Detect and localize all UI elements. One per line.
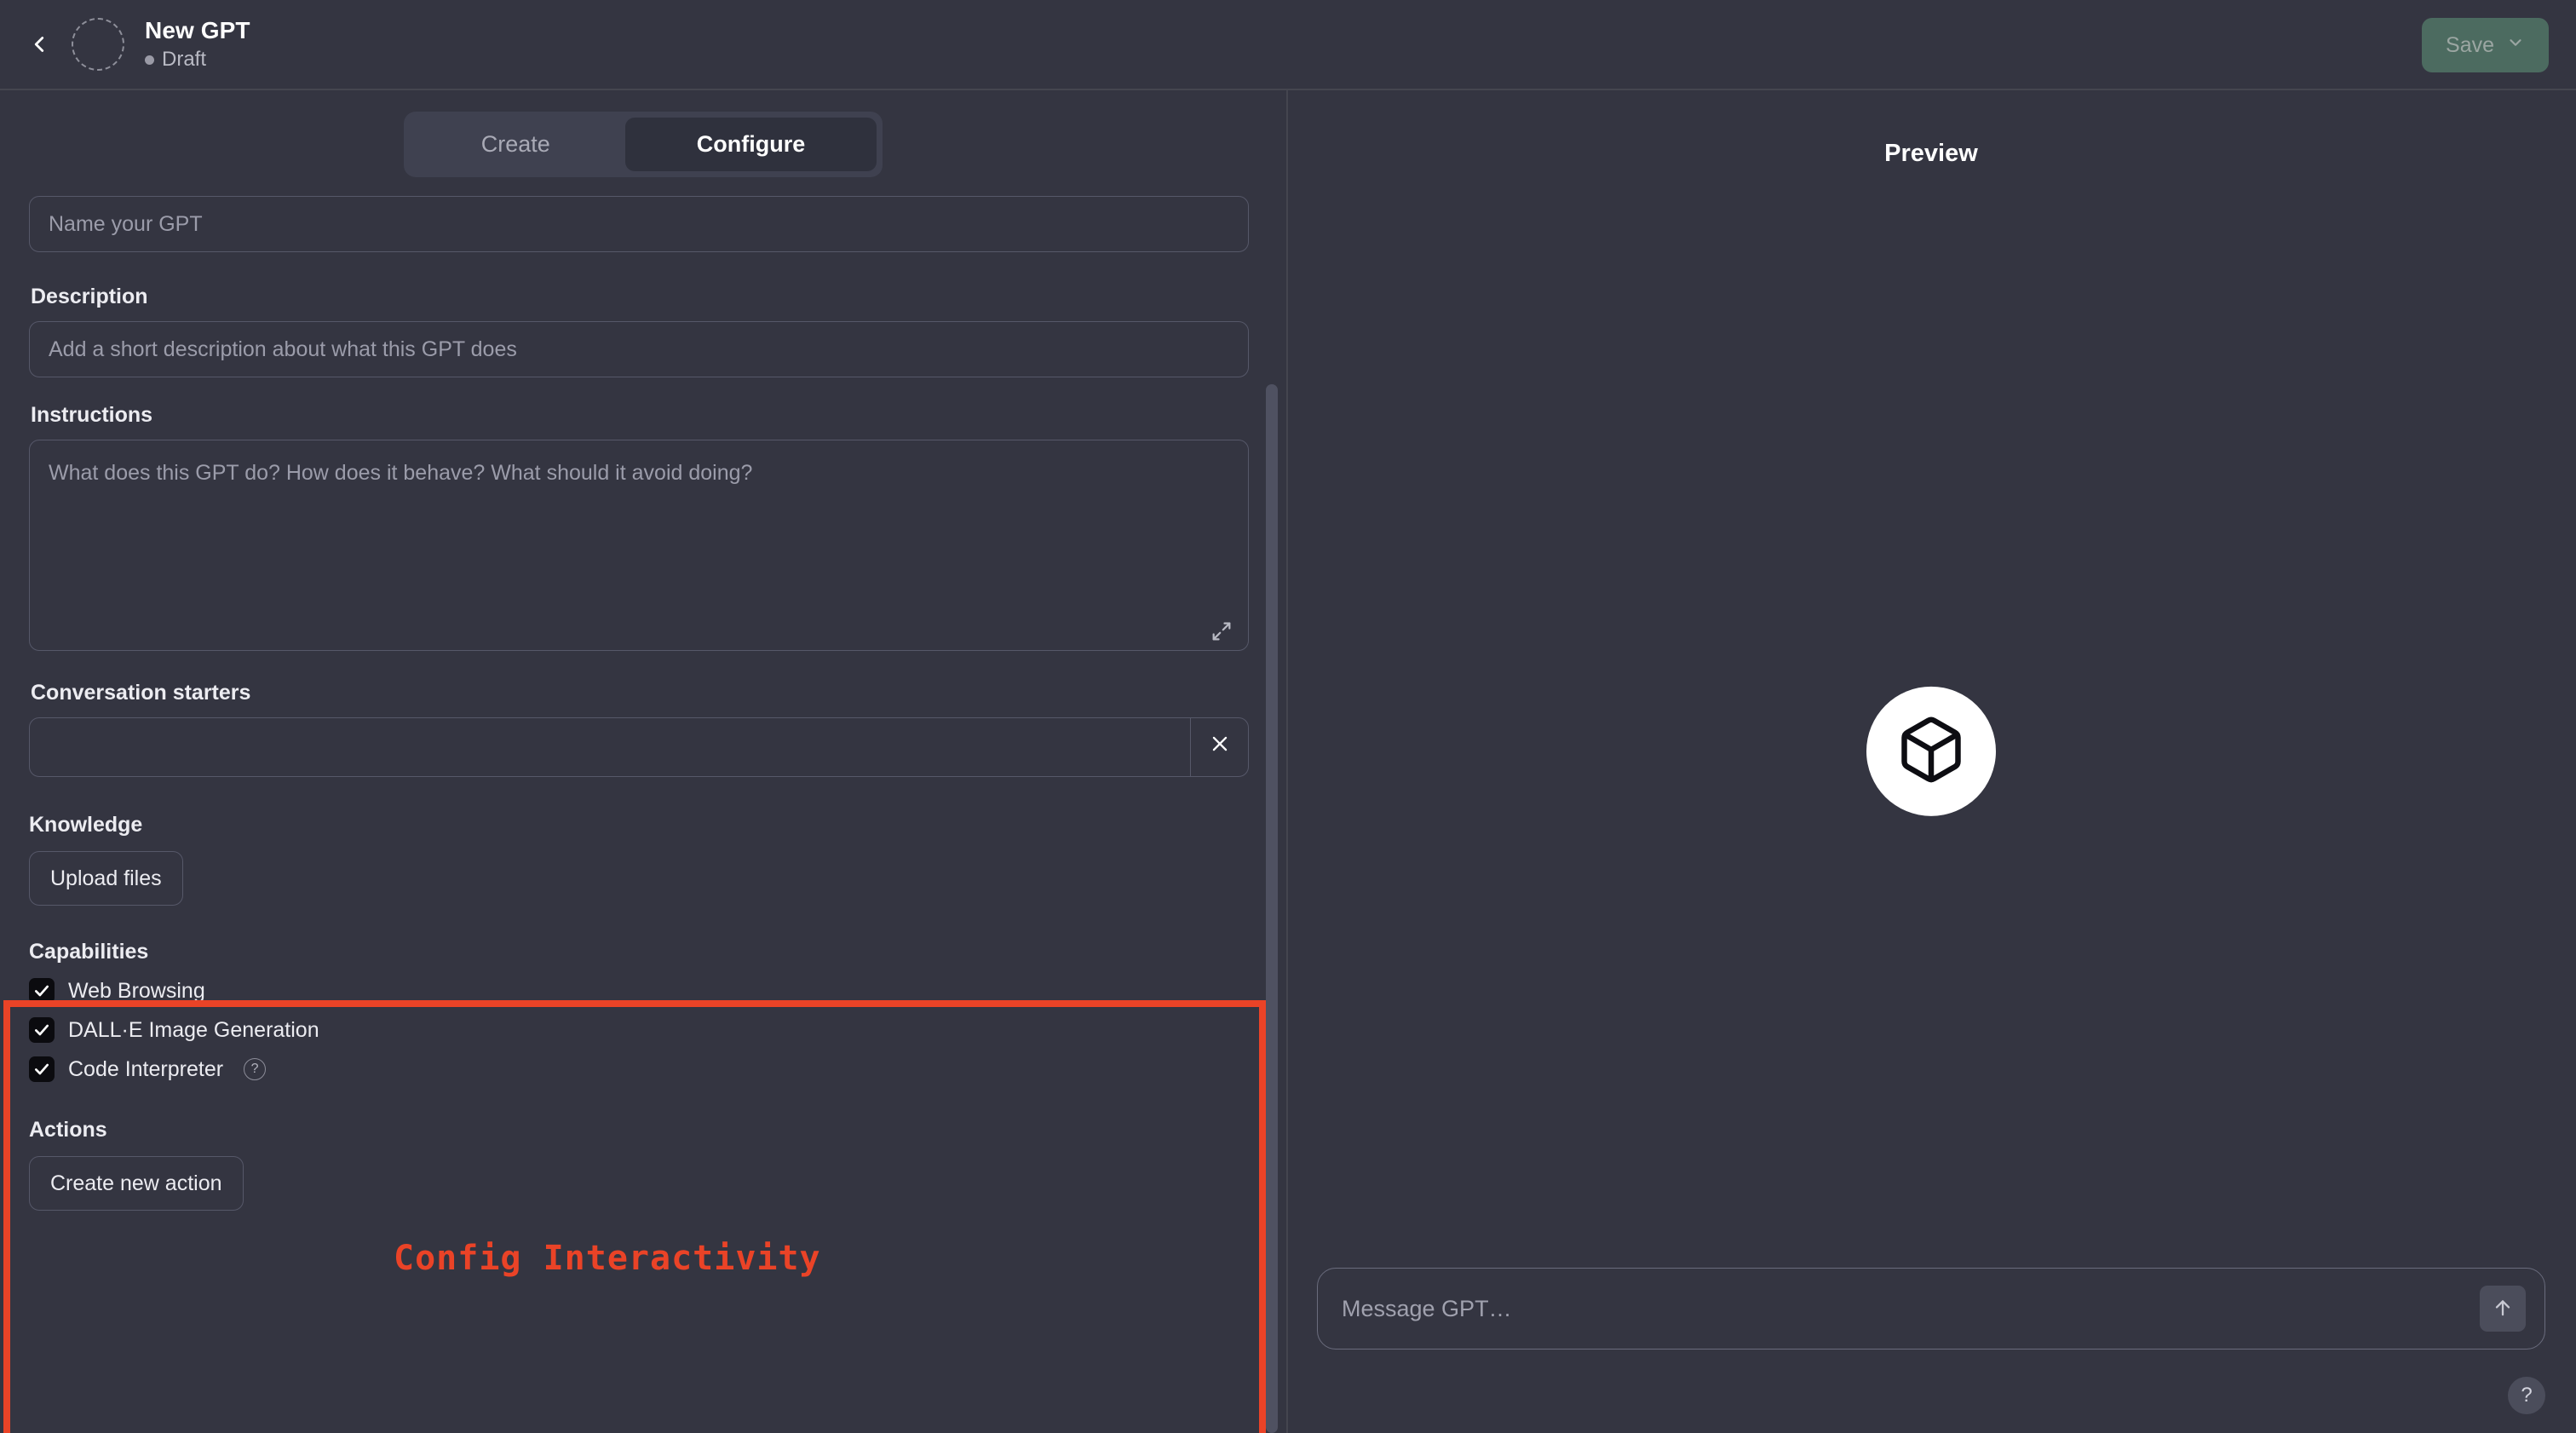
tab-create[interactable]: Create — [410, 118, 622, 171]
main-body: Create Configure Description Instruction… — [0, 90, 2576, 1433]
configure-form: Description Instructions — [0, 177, 1286, 1211]
arrow-up-icon — [2492, 1297, 2514, 1321]
send-message-button[interactable] — [2480, 1286, 2526, 1332]
chevron-left-icon — [26, 32, 52, 57]
description-input[interactable] — [29, 321, 1249, 377]
gpt-name-input[interactable] — [29, 196, 1249, 252]
checkbox-checked-icon[interactable] — [29, 1056, 55, 1082]
question-mark-icon[interactable]: ? — [244, 1058, 267, 1080]
capability-label: DALL·E Image Generation — [68, 1017, 319, 1042]
remove-starter-button[interactable] — [1190, 718, 1248, 776]
header-title-block: New GPT Draft — [145, 17, 250, 72]
capability-code-interpreter[interactable]: Code Interpreter ? — [29, 1056, 1257, 1082]
status-badge: Draft — [145, 48, 250, 72]
save-button[interactable]: Save — [2422, 18, 2549, 72]
checkbox-checked-icon[interactable] — [29, 978, 55, 1004]
tab-bar: Create Configure — [0, 90, 1286, 177]
preview-empty-state — [1866, 686, 1996, 816]
page-title: New GPT — [145, 17, 250, 44]
message-input[interactable] — [1318, 1295, 2480, 1322]
actions-label: Actions — [29, 1118, 107, 1142]
chevron-down-icon — [2506, 33, 2525, 58]
annotation-label: Config Interactivity — [394, 1239, 821, 1278]
instructions-label: Instructions — [31, 403, 153, 427]
configure-pane: Create Configure Description Instruction… — [0, 90, 1288, 1433]
instructions-textarea[interactable] — [29, 440, 1249, 651]
save-button-label: Save — [2446, 32, 2494, 57]
status-dot-icon — [145, 55, 154, 66]
conversation-starter-input[interactable] — [30, 718, 1190, 776]
preview-pane: Preview Message GPT… ? — [1288, 90, 2574, 1433]
instructions-wrapper — [29, 440, 1249, 655]
conversation-starter-row — [29, 717, 1249, 777]
cube-icon — [1895, 713, 1967, 789]
app-header: New GPT Draft Save — [0, 0, 2576, 90]
status-label: Draft — [162, 48, 207, 72]
back-button[interactable] — [14, 19, 65, 70]
close-x-icon — [1209, 733, 1231, 762]
message-composer — [1317, 1268, 2545, 1350]
description-label: Description — [31, 285, 148, 308]
knowledge-label: Knowledge — [29, 813, 143, 837]
gpt-avatar-placeholder[interactable] — [72, 18, 124, 71]
create-new-action-button[interactable]: Create new action — [29, 1156, 244, 1211]
capabilities-label: Capabilities — [29, 940, 149, 964]
capabilities-list: Web Browsing DALL·E Image Generation Cod… — [29, 978, 1257, 1082]
conversation-starters-label: Conversation starters — [31, 681, 251, 705]
capability-label: Web Browsing — [68, 978, 205, 1003]
capability-dalle-image-generation[interactable]: DALL·E Image Generation — [29, 1017, 1257, 1043]
expand-diagonal-icon[interactable] — [1210, 619, 1233, 643]
gpt-builder-window: New GPT Draft Save Create Configure Name… — [0, 0, 2576, 1433]
help-fab-button[interactable]: ? — [2508, 1377, 2545, 1414]
capability-web-browsing[interactable]: Web Browsing — [29, 978, 1257, 1004]
configure-scrollbar-thumb[interactable] — [1266, 384, 1278, 1433]
tab-configure[interactable]: Configure — [624, 118, 877, 171]
upload-files-button[interactable]: Upload files — [29, 851, 183, 906]
gpt-logo-avatar — [1866, 686, 1996, 816]
capability-label: Code Interpreter — [68, 1056, 224, 1081]
preview-title: Preview — [1884, 140, 1978, 167]
checkbox-checked-icon[interactable] — [29, 1017, 55, 1043]
